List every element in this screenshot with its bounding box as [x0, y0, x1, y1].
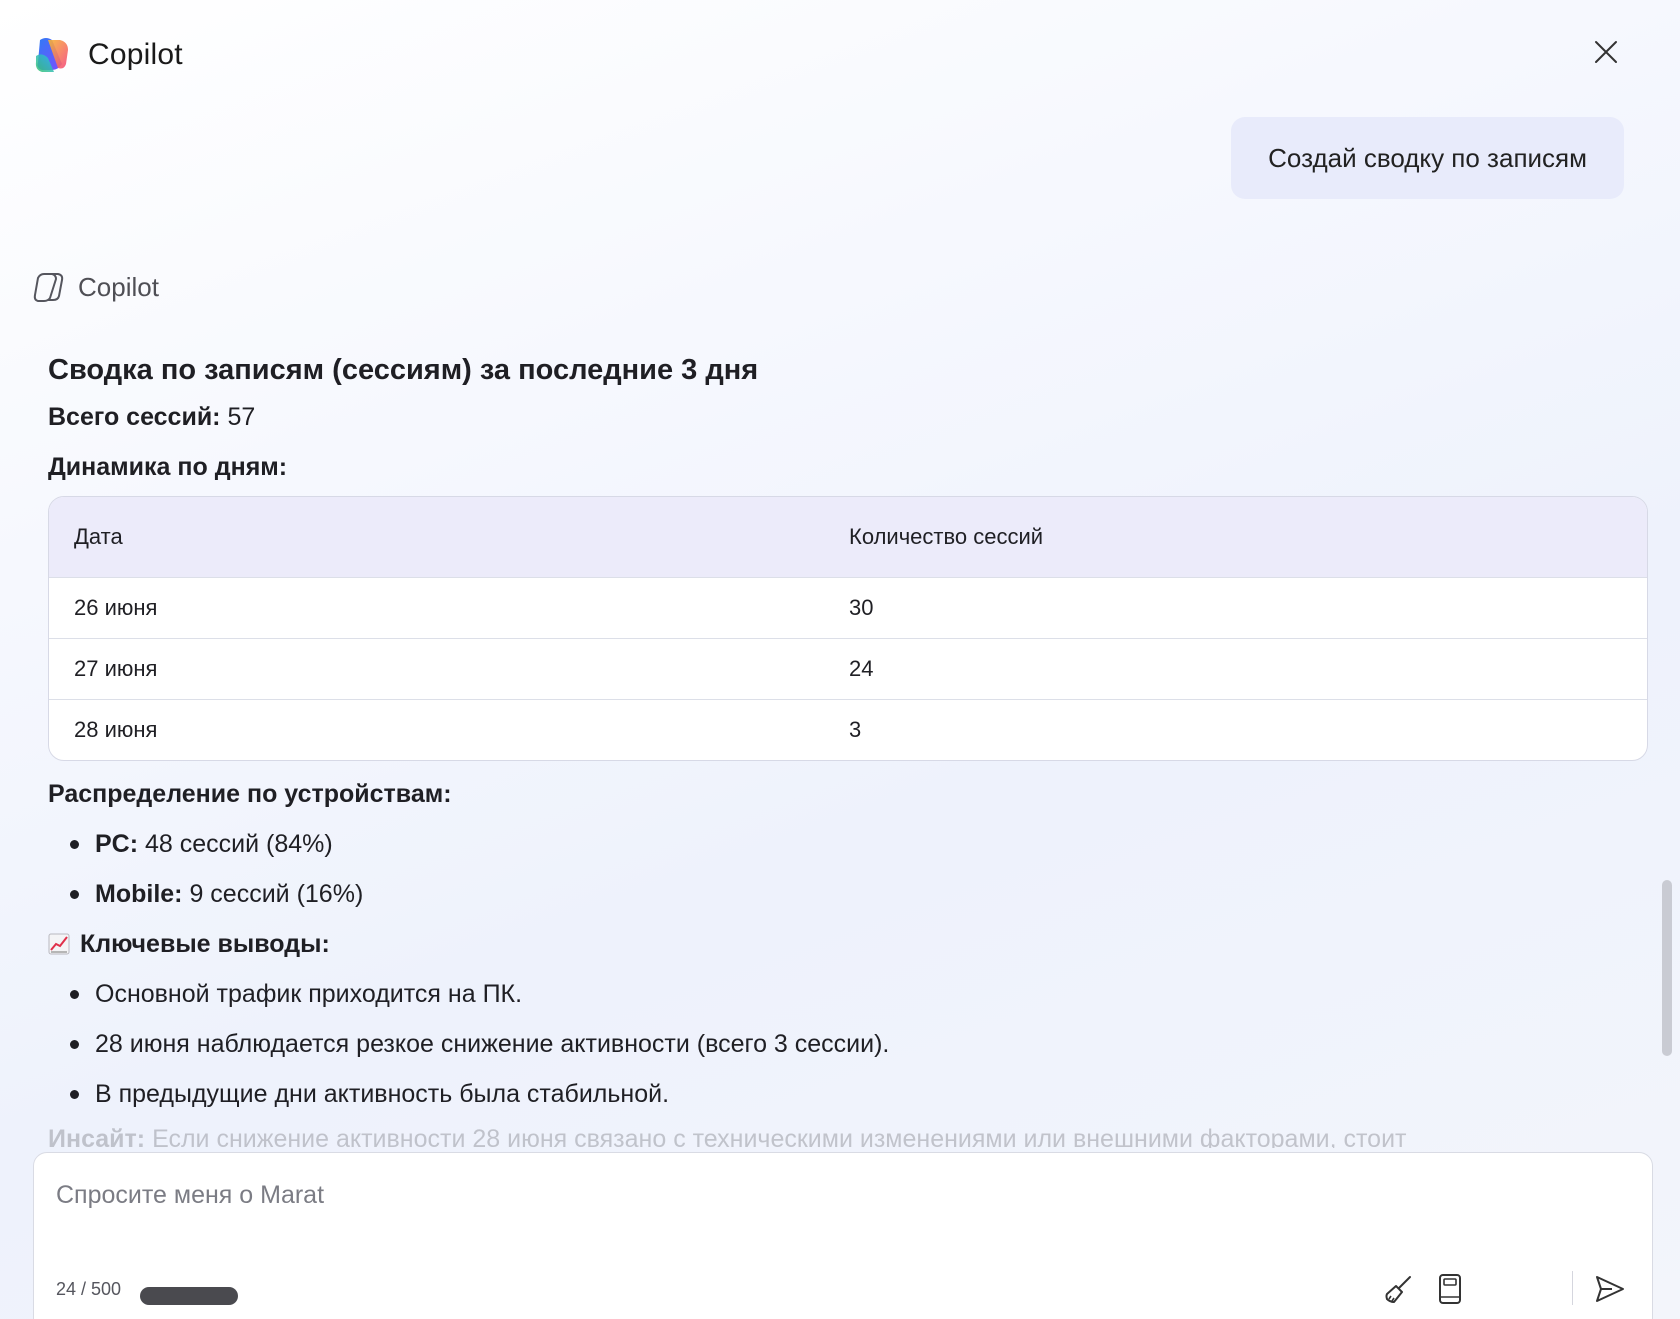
notebook-button[interactable]	[1430, 1269, 1470, 1309]
insights-title: Ключевые выводы:	[80, 930, 330, 958]
char-counter: 24 / 500	[56, 1279, 122, 1299]
table-cell-date: 26 июня	[74, 595, 158, 620]
device-value: 9 сессий (16%)	[189, 880, 364, 908]
broom-icon	[1385, 1276, 1411, 1303]
chat-composer: 24 / 500	[33, 1152, 1653, 1319]
insight-text-faded: Инсайт: Если снижение активности 28 июня…	[48, 1122, 1608, 1148]
devices-title: Распределение по устройствам:	[48, 780, 452, 808]
list-item: 28 июня наблюдается резкое снижение акти…	[48, 1027, 1648, 1061]
sessions-table: Дата Количество сессий 26 июня 30 27 июн…	[48, 496, 1648, 761]
clear-button[interactable]	[1379, 1269, 1419, 1309]
dynamics-title: Динамика по дням:	[48, 453, 288, 481]
table-cell-date: 28 июня	[74, 717, 158, 742]
table-cell-count: 30	[849, 595, 874, 620]
table-row: 26 июня 30	[49, 577, 1647, 638]
assistant-response: Сводка по записям (сессиям) за последние…	[48, 350, 1648, 1111]
chat-input[interactable]	[56, 1175, 1556, 1215]
insight-text: Если снижение активности 28 июня связано…	[152, 1125, 1407, 1148]
devices-list: PC: 48 сессий (84%) Mobile: 9 сессий (16…	[48, 827, 1648, 911]
notebook-icon	[1439, 1274, 1461, 1304]
table-row: 28 июня 3	[49, 699, 1647, 760]
device-label: Mobile:	[95, 880, 183, 908]
app-title: Copilot	[88, 38, 183, 71]
copilot-outline-icon	[33, 273, 64, 302]
device-label: PC:	[95, 830, 139, 858]
insights-heading: Ключевые выводы:	[48, 927, 1648, 961]
table-header-count: Количество сессий	[849, 524, 1044, 549]
copilot-panel: Copilot Создай сводку по записям Copilot…	[0, 0, 1680, 1319]
insights-list: Основной трафик приходится на ПК. 28 июн…	[48, 977, 1648, 1111]
response-title: Сводка по записям (сессиям) за последние…	[48, 354, 759, 386]
list-item: Основной трафик приходится на ПК.	[48, 977, 1648, 1011]
total-sessions-label: Всего сессий:	[48, 403, 221, 431]
table-cell-date: 27 июня	[74, 656, 158, 681]
total-sessions: Всего сессий: 57	[48, 400, 1648, 434]
table-header-row: Дата Количество сессий	[49, 497, 1647, 577]
redacted-pill	[140, 1287, 238, 1305]
user-message-text: Создай сводку по записям	[1268, 142, 1587, 173]
list-item: В предыдущие дни активность была стабиль…	[48, 1077, 1648, 1111]
assistant-header: Copilot	[32, 270, 159, 304]
list-item: Mobile: 9 сессий (16%)	[48, 877, 1648, 911]
header: Copilot	[0, 0, 1680, 110]
list-item: PC: 48 сессий (84%)	[48, 827, 1648, 861]
send-icon	[1596, 1276, 1624, 1302]
chart-increasing-icon	[48, 933, 70, 955]
total-sessions-value: 57	[227, 403, 256, 431]
toolbar-divider	[1572, 1271, 1573, 1305]
close-button[interactable]	[1590, 36, 1622, 68]
insight-label: Инсайт:	[48, 1125, 146, 1148]
assistant-name: Copilot	[78, 271, 159, 302]
send-button[interactable]	[1590, 1269, 1630, 1309]
table-cell-count: 24	[849, 656, 874, 681]
table-cell-count: 3	[849, 717, 862, 742]
user-message-bubble: Создай сводку по записям	[1231, 117, 1624, 199]
table-row: 27 июня 24	[49, 638, 1647, 699]
table-header-date: Дата	[74, 524, 123, 549]
device-value: 48 сессий (84%)	[145, 830, 333, 858]
close-icon	[1595, 41, 1617, 63]
scrollbar-thumb[interactable]	[1662, 880, 1672, 1056]
copilot-logo-icon	[35, 38, 68, 72]
